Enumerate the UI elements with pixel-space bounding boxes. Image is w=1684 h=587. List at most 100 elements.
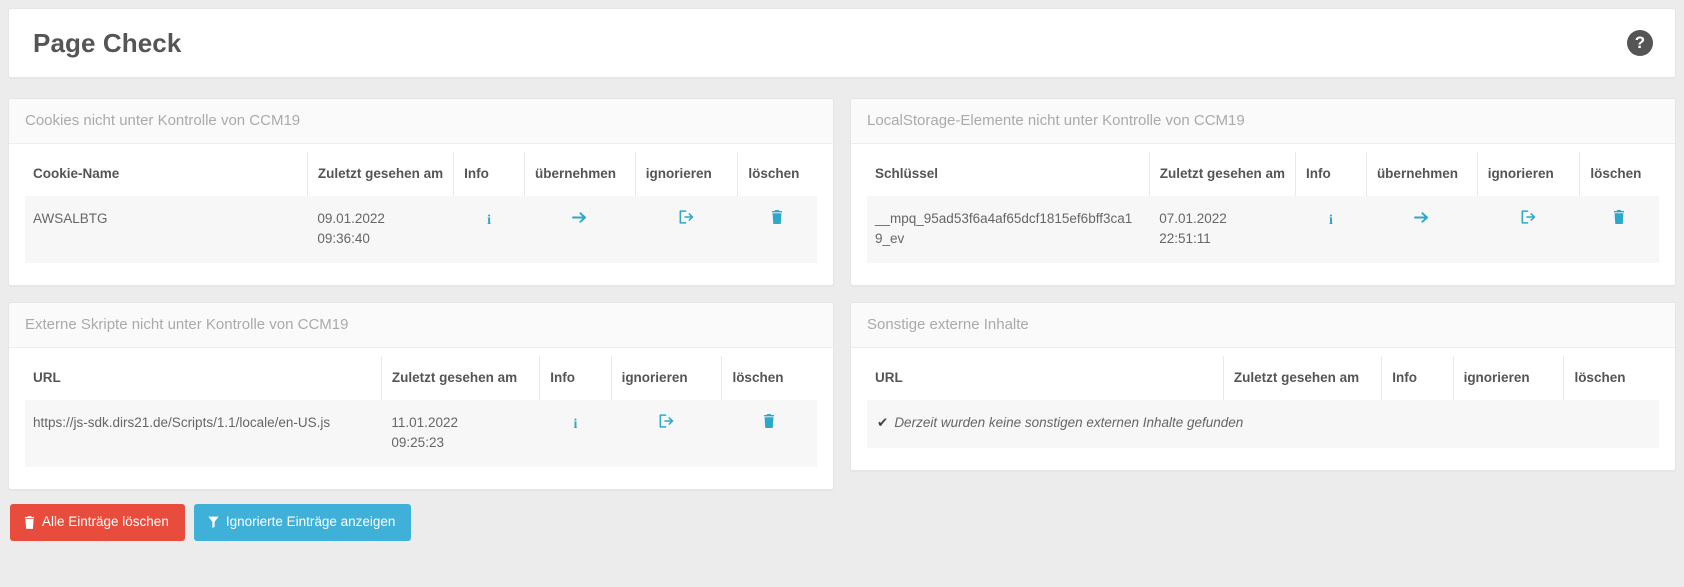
panel-cookies-title: Cookies nicht unter Kontrolle von CCM19 (9, 99, 833, 144)
trash-icon[interactable] (763, 414, 775, 428)
panel-cookies-body: Cookie-Name Zuletzt gesehen am Info über… (9, 144, 833, 285)
other-external-table: URL Zuletzt gesehen am Info ignorieren l… (867, 356, 1659, 448)
column-header-url: URL (25, 356, 381, 400)
cell-last-seen-time: 22:51:11 (1159, 231, 1211, 246)
footer-actions: Alle Einträge löschen Ignorierte Einträg… (8, 504, 1676, 551)
panel-localstorage: LocalStorage-Elemente nicht unter Kontro… (850, 98, 1676, 286)
cell-delete (1580, 196, 1659, 264)
column-header-last-seen: Zuletzt gesehen am (1149, 152, 1295, 196)
info-icon[interactable]: i (487, 214, 491, 228)
column-header-ignore: ignorieren (635, 152, 738, 196)
sign-out-icon[interactable] (679, 210, 694, 224)
delete-all-entries-label: Alle Einträge löschen (42, 515, 169, 529)
trash-icon (24, 516, 35, 529)
panel-grid: Cookies nicht unter Kontrolle von CCM19 … (8, 98, 1676, 506)
cell-script-url: https://js-sdk.dirs21.de/Scripts/1.1/loc… (25, 400, 381, 468)
table-row: https://js-sdk.dirs21.de/Scripts/1.1/loc… (25, 400, 817, 468)
column-header-info: Info (1296, 152, 1367, 196)
cell-delete (738, 196, 817, 264)
panel-other-external: Sonstige externe Inhalte URL Zuletzt ges… (850, 302, 1676, 471)
panel-external-scripts-title: Externe Skripte nicht unter Kontrolle vo… (9, 303, 833, 348)
column-header-ignore: ignorieren (1477, 152, 1580, 196)
cell-take-over (524, 196, 635, 264)
cell-info: i (1296, 196, 1367, 264)
cell-delete (722, 400, 817, 468)
panel-external-scripts: Externe Skripte nicht unter Kontrolle vo… (8, 302, 834, 490)
cookies-table: Cookie-Name Zuletzt gesehen am Info über… (25, 152, 817, 263)
sign-out-icon[interactable] (1521, 210, 1536, 224)
sign-out-icon[interactable] (659, 414, 674, 428)
cell-last-seen-date: 07.01.2022 (1159, 211, 1227, 226)
table-header-row: Schlüssel Zuletzt gesehen am Info überne… (867, 152, 1659, 196)
panel-cookies: Cookies nicht unter Kontrolle von CCM19 … (8, 98, 834, 286)
cell-take-over (1366, 196, 1477, 264)
cell-last-seen-date: 09.01.2022 (317, 211, 385, 226)
panel-external-scripts-body: URL Zuletzt gesehen am Info ignorieren l… (9, 348, 833, 489)
column-header-take-over: übernehmen (1366, 152, 1477, 196)
localstorage-table: Schlüssel Zuletzt gesehen am Info überne… (867, 152, 1659, 263)
trash-icon[interactable] (1613, 210, 1625, 224)
show-ignored-entries-button[interactable]: Ignorierte Einträge anzeigen (194, 504, 412, 541)
table-header-row: URL Zuletzt gesehen am Info ignorieren l… (25, 356, 817, 400)
cell-info: i (540, 400, 611, 468)
panel-localstorage-body: Schlüssel Zuletzt gesehen am Info überne… (851, 144, 1675, 285)
info-icon[interactable]: i (1329, 214, 1333, 228)
column-header-last-seen: Zuletzt gesehen am (381, 356, 539, 400)
cell-last-seen-time: 09:25:23 (391, 435, 444, 450)
column-header-info: Info (540, 356, 611, 400)
arrow-right-icon[interactable] (572, 211, 587, 224)
filter-icon (208, 516, 219, 528)
column-header-delete: löschen (1580, 152, 1659, 196)
info-icon[interactable]: i (573, 418, 577, 432)
page-check-app: Page Check ? Cookies nicht unter Kontrol… (0, 0, 1684, 551)
column-header-url: URL (867, 356, 1223, 400)
page-title: Page Check (33, 28, 181, 59)
cell-ignore (635, 196, 738, 264)
trash-icon[interactable] (771, 210, 783, 224)
table-row: AWSALBTG 09.01.2022 09:36:40 i (25, 196, 817, 264)
column-header-take-over: übernehmen (524, 152, 635, 196)
cell-storage-key: __mpq_95ad53f6a4af65dcf1815ef6bff3ca19_e… (867, 196, 1149, 264)
panel-localstorage-title: LocalStorage-Elemente nicht unter Kontro… (851, 99, 1675, 144)
page-header: Page Check ? (8, 8, 1676, 78)
cell-info: i (454, 196, 525, 264)
column-header-delete: löschen (1564, 356, 1659, 400)
empty-state-cell: ✔ Derzeit wurden keine sonstigen externen… (867, 400, 1659, 448)
help-icon-glyph: ? (1635, 34, 1645, 51)
cell-last-seen-time: 09:36:40 (317, 231, 370, 246)
show-ignored-entries-label: Ignorierte Einträge anzeigen (226, 515, 396, 529)
column-header-delete: löschen (738, 152, 817, 196)
column-left-bottom: Externe Skripte nicht unter Kontrolle vo… (8, 302, 842, 506)
table-empty-row: ✔ Derzeit wurden keine sonstigen externen… (867, 400, 1659, 448)
panel-other-external-body: URL Zuletzt gesehen am Info ignorieren l… (851, 348, 1675, 470)
column-header-delete: löschen (722, 356, 817, 400)
delete-all-entries-button[interactable]: Alle Einträge löschen (10, 504, 185, 541)
check-icon: ✔ (877, 415, 888, 430)
panel-other-external-title: Sonstige externe Inhalte (851, 303, 1675, 348)
column-right-bottom: Sonstige externe Inhalte URL Zuletzt ges… (842, 302, 1676, 506)
cell-ignore (611, 400, 722, 468)
column-header-last-seen: Zuletzt gesehen am (1223, 356, 1381, 400)
cell-last-seen-date: 11.01.2022 (391, 415, 458, 430)
help-icon[interactable]: ? (1627, 30, 1653, 56)
table-row: __mpq_95ad53f6a4af65dcf1815ef6bff3ca19_e… (867, 196, 1659, 264)
column-header-key: Schlüssel (867, 152, 1149, 196)
column-header-ignore: ignorieren (611, 356, 722, 400)
column-header-ignore: ignorieren (1453, 356, 1564, 400)
column-header-info: Info (1382, 356, 1453, 400)
column-right-top: LocalStorage-Elemente nicht unter Kontro… (842, 98, 1676, 302)
column-header-cookie-name: Cookie-Name (25, 152, 307, 196)
empty-state-message: Derzeit wurden keine sonstigen externen … (894, 415, 1243, 430)
cell-last-seen: 07.01.2022 22:51:11 (1149, 196, 1295, 264)
arrow-right-icon[interactable] (1414, 211, 1429, 224)
column-header-info: Info (454, 152, 525, 196)
cell-cookie-name: AWSALBTG (25, 196, 307, 264)
table-header-row: URL Zuletzt gesehen am Info ignorieren l… (867, 356, 1659, 400)
column-header-last-seen: Zuletzt gesehen am (307, 152, 453, 196)
cell-last-seen: 11.01.2022 09:25:23 (381, 400, 539, 468)
external-scripts-table: URL Zuletzt gesehen am Info ignorieren l… (25, 356, 817, 467)
table-header-row: Cookie-Name Zuletzt gesehen am Info über… (25, 152, 817, 196)
cell-ignore (1477, 196, 1580, 264)
cell-last-seen: 09.01.2022 09:36:40 (307, 196, 453, 264)
column-left-top: Cookies nicht unter Kontrolle von CCM19 … (8, 98, 842, 302)
